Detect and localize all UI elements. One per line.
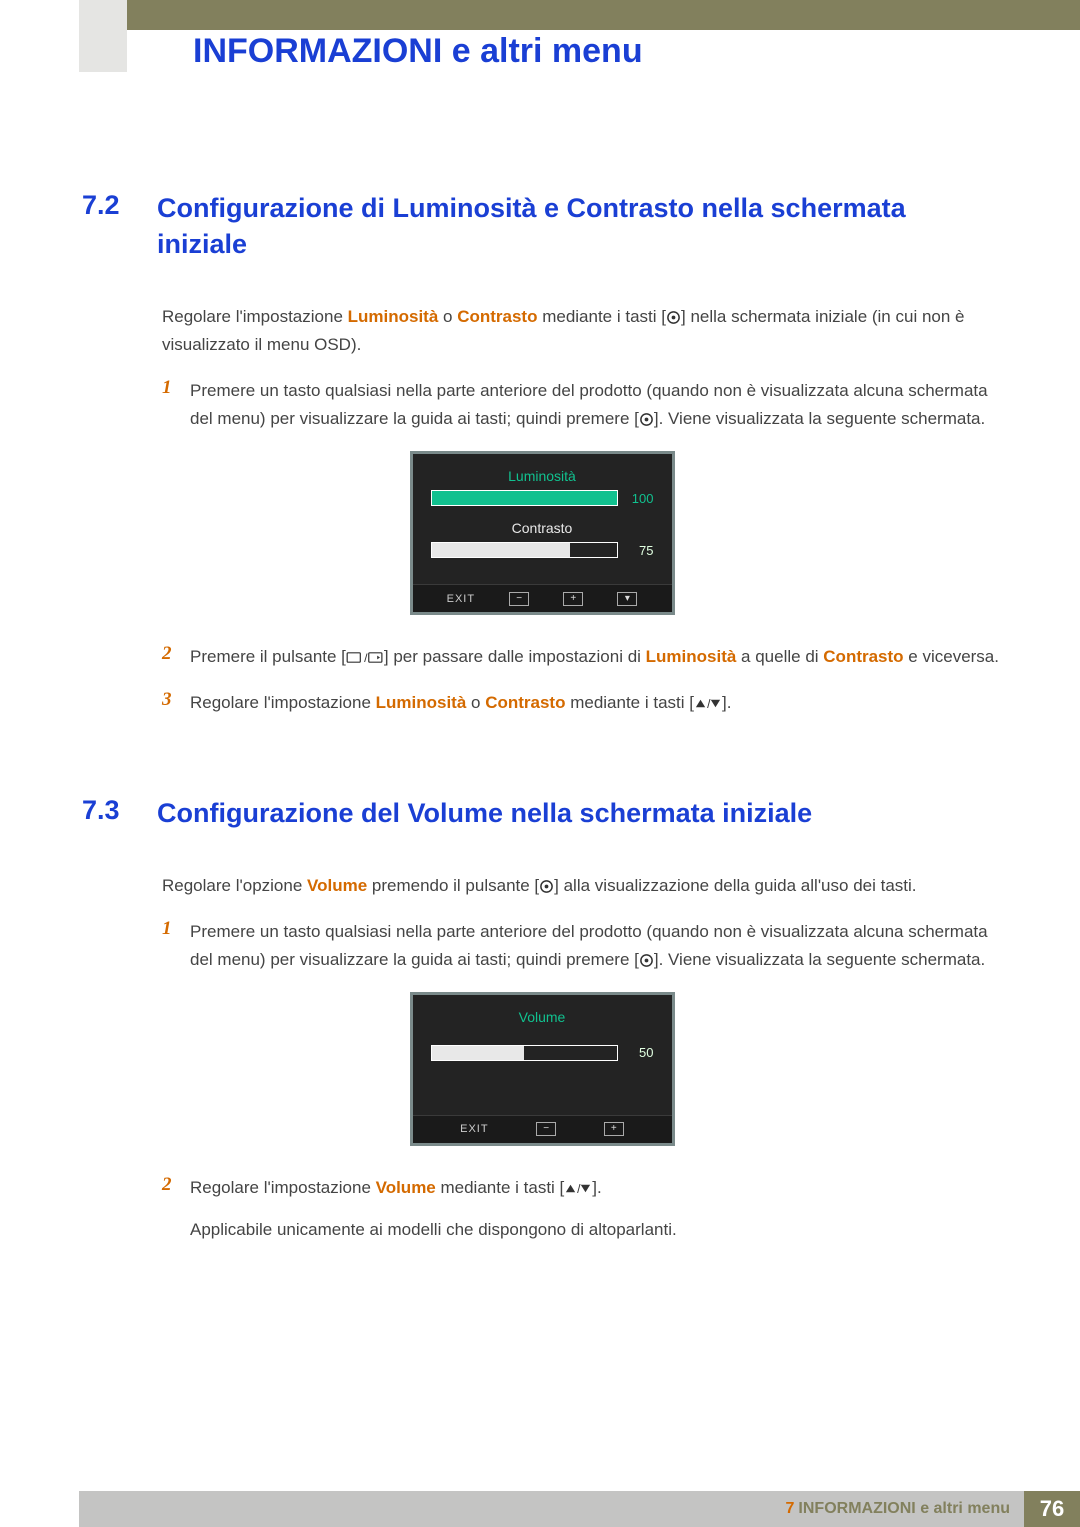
- intro-paragraph: Regolare l'opzione Volume premendo il pu…: [162, 872, 1002, 900]
- circle-dot-icon: [539, 878, 554, 894]
- highlight-luminosita: Luminosità: [646, 647, 737, 666]
- steps-list-7-2: 1 Premere un tasto qualsiasi nella parte…: [162, 377, 1002, 433]
- osd-brightness-label: Luminosità: [431, 468, 654, 484]
- circle-dot-icon: [639, 952, 654, 968]
- note-text: Applicabile unicamente ai modelli che di…: [190, 1220, 1002, 1240]
- section-title: Configurazione di Luminosità e Contrasto…: [157, 190, 1002, 263]
- text: o: [438, 307, 457, 326]
- chapter-title: INFORMAZIONI e altri menu: [193, 32, 643, 71]
- osd-screenshot-2: Volume 50 EXIT − +: [82, 992, 1002, 1146]
- step-text: Premere il pulsante [ / ] per passare dall…: [190, 643, 999, 671]
- text: ].: [722, 693, 731, 712]
- text: mediante i tasti [: [436, 1178, 565, 1197]
- step-text: Premere un tasto qualsiasi nella parte a…: [190, 918, 1002, 974]
- highlight-volume: Volume: [376, 1178, 436, 1197]
- text: Regolare l'impostazione: [190, 693, 376, 712]
- step-1: 1 Premere un tasto qualsiasi nella parte…: [162, 918, 1002, 974]
- text: o: [466, 693, 485, 712]
- steps-list-7-2-cont: 2 Premere il pulsante [ / ] per passare da…: [162, 643, 1002, 717]
- text: ] per passare dalle impostazioni di: [384, 647, 646, 666]
- text: ].: [592, 1178, 601, 1197]
- source-toggle-icon: /: [346, 650, 384, 666]
- top-olive-bar: [79, 0, 1080, 30]
- text: Premere il pulsante [: [190, 647, 346, 666]
- down-button-icon: ▾: [617, 592, 637, 606]
- osd-brightness-value: 100: [626, 491, 654, 506]
- svg-text:/: /: [577, 1182, 581, 1196]
- section-title: Configurazione del Volume nella schermat…: [157, 795, 812, 831]
- page-footer: 7 INFORMAZIONI e altri menu 76: [79, 1491, 1080, 1527]
- step-3: 3 Regolare l'impostazione Luminosità o C…: [162, 689, 1002, 717]
- step-number: 2: [162, 1174, 190, 1202]
- text: Regolare l'impostazione: [190, 1178, 376, 1197]
- osd-contrast-value: 75: [626, 543, 654, 558]
- osd-volume-label: Volume: [431, 1009, 654, 1025]
- circle-dot-icon: [639, 412, 654, 428]
- text: premendo il pulsante [: [367, 876, 539, 895]
- circle-dot-icon: [666, 309, 681, 325]
- osd-panel: Volume 50 EXIT − +: [410, 992, 675, 1146]
- section-number: 7.3: [82, 795, 157, 831]
- osd-exit-label: EXIT: [447, 593, 475, 605]
- step-number: 2: [162, 643, 190, 671]
- top-gray-tab: [79, 0, 127, 72]
- step-2: 2 Regolare l'impostazione Volume mediant…: [162, 1174, 1002, 1202]
- svg-text:/: /: [364, 651, 368, 665]
- highlight-luminosita: Luminosità: [348, 307, 439, 326]
- step-text: Regolare l'impostazione Luminosità o Con…: [190, 689, 731, 717]
- up-down-triangles-icon: /: [564, 1180, 592, 1196]
- steps-list-7-3: 1 Premere un tasto qualsiasi nella parte…: [162, 918, 1002, 974]
- page-content: 7.2 Configurazione di Luminosità e Contr…: [82, 190, 1002, 1240]
- osd-contrast-bar: 75: [431, 542, 654, 558]
- osd-screenshot-1: Luminosità 100 Contrasto 75 EXIT − + ▾: [82, 451, 1002, 615]
- plus-button-icon: +: [604, 1122, 624, 1136]
- highlight-contrasto: Contrasto: [823, 647, 903, 666]
- section-header-7-3: 7.3 Configurazione del Volume nella sche…: [82, 795, 1002, 831]
- section-header-7-2: 7.2 Configurazione di Luminosità e Contr…: [82, 190, 1002, 263]
- minus-button-icon: −: [509, 592, 529, 606]
- step-number: 1: [162, 377, 190, 433]
- step-number: 3: [162, 689, 190, 717]
- section-number: 7.2: [82, 190, 157, 263]
- step-text: Premere un tasto qualsiasi nella parte a…: [190, 377, 1002, 433]
- steps-list-7-3-cont: 2 Regolare l'impostazione Volume mediant…: [162, 1174, 1002, 1202]
- osd-exit-label: EXIT: [460, 1123, 488, 1135]
- text: ]. Viene visualizzata la seguente scherm…: [654, 950, 985, 969]
- highlight-volume: Volume: [307, 876, 367, 895]
- text: Regolare l'impostazione: [162, 307, 348, 326]
- text: a quelle di: [736, 647, 823, 666]
- osd-panel: Luminosità 100 Contrasto 75 EXIT − + ▾: [410, 451, 675, 615]
- footer-chapter-number: 7: [786, 1500, 795, 1518]
- text: Regolare l'opzione: [162, 876, 307, 895]
- text: e viceversa.: [904, 647, 999, 666]
- footer-chapter-text: INFORMAZIONI e altri menu: [798, 1500, 1010, 1518]
- osd-volume-value: 50: [626, 1045, 654, 1060]
- intro-paragraph: Regolare l'impostazione Luminosità o Con…: [162, 303, 1002, 359]
- osd-brightness-bar: 100: [431, 490, 654, 506]
- text: mediante i tasti [: [537, 307, 666, 326]
- text: ]. Viene visualizzata la seguente scherm…: [654, 409, 985, 428]
- osd-volume-bar: 50: [431, 1045, 654, 1061]
- step-2: 2 Premere il pulsante [ / ] per passare da…: [162, 643, 1002, 671]
- step-1: 1 Premere un tasto qualsiasi nella parte…: [162, 377, 1002, 433]
- plus-button-icon: +: [563, 592, 583, 606]
- svg-text:/: /: [707, 697, 711, 711]
- step-text: Regolare l'impostazione Volume mediante …: [190, 1174, 602, 1202]
- minus-button-icon: −: [536, 1122, 556, 1136]
- highlight-contrasto: Contrasto: [485, 693, 565, 712]
- osd-footer: EXIT − +: [413, 1115, 672, 1143]
- step-number: 1: [162, 918, 190, 974]
- osd-contrast-label: Contrasto: [431, 520, 654, 536]
- text: mediante i tasti [: [565, 693, 694, 712]
- up-down-triangles-icon: /: [694, 696, 722, 712]
- page-number: 76: [1024, 1491, 1080, 1527]
- highlight-contrasto: Contrasto: [457, 307, 537, 326]
- text: ] alla visualizzazione della guida all'u…: [554, 876, 916, 895]
- footer-chapter-label: 7 INFORMAZIONI e altri menu: [79, 1491, 1024, 1527]
- highlight-luminosita: Luminosità: [376, 693, 467, 712]
- osd-footer: EXIT − + ▾: [413, 584, 672, 612]
